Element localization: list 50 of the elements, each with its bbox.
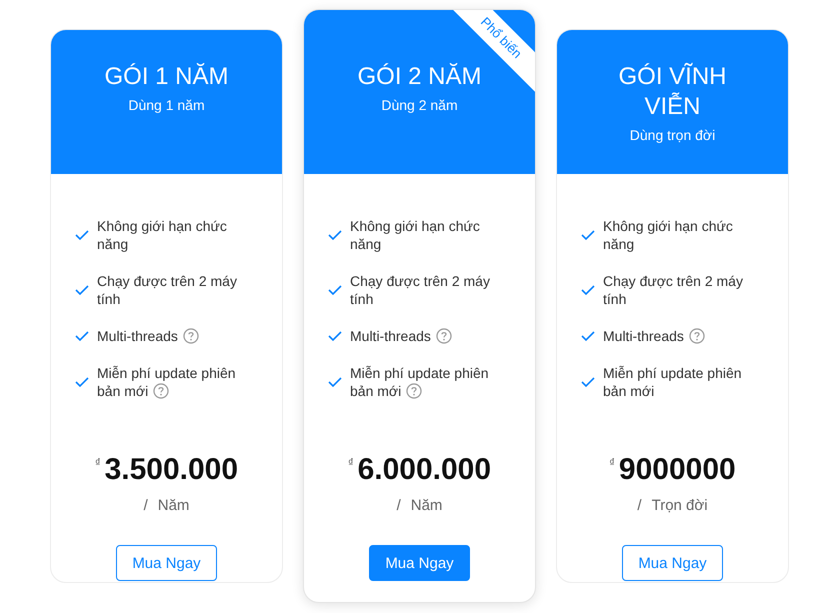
feature-text: Chạy được trên 2 máy tính (350, 272, 491, 308)
buy-now-button[interactable]: Mua Ngay (116, 545, 217, 581)
feature-text: Không giới hạn chức năng (603, 217, 734, 253)
check-icon (328, 285, 342, 295)
feature-text: Miễn phí update phiên bản mới (97, 364, 237, 400)
feature-text: Không giới hạn chức năng (350, 217, 481, 253)
help-icon[interactable] (688, 328, 705, 344)
billing-period: Năm (410, 497, 442, 514)
check-icon (328, 230, 342, 240)
period-separator: / (637, 497, 642, 514)
check-icon (328, 331, 342, 341)
currency-symbol: ₫ (609, 457, 615, 469)
feature-text: Chạy được trên 2 máy tính (603, 272, 744, 308)
currency-symbol: ₫ (94, 457, 101, 469)
price-amount: 3.500.000 (104, 453, 238, 487)
period-separator: / (144, 497, 148, 514)
feature-text: Không giới hạn chức năng (97, 217, 228, 253)
check-icon (581, 285, 595, 295)
help-icon[interactable] (182, 328, 199, 344)
plan-title: GÓI 2 NĂM (356, 62, 483, 92)
feature-text: Multi-threads (350, 327, 512, 345)
buy-now-button[interactable]: Mua Ngay (369, 545, 470, 581)
billing-period: Trọn đời (652, 497, 708, 514)
period-separator: / (396, 497, 401, 514)
feature-text: Miễn phí update phiên bản mới (603, 364, 743, 400)
feature-text: Multi-threads (603, 327, 765, 345)
price-amount: 9000000 (618, 453, 736, 487)
feature-text: Multi-threads (97, 327, 259, 345)
plan-title: GÓI VĨNH VIỄN (617, 62, 728, 122)
check-icon (581, 331, 595, 341)
buy-now-button[interactable]: Mua Ngay (622, 545, 723, 581)
check-icon (75, 377, 89, 387)
plan-title: GÓI 1 NĂM (103, 62, 230, 92)
help-icon[interactable] (406, 383, 422, 399)
check-icon (328, 377, 342, 387)
plan-subtitle: Dùng 2 năm (380, 97, 459, 113)
plan-subtitle: Dùng trọn đời (628, 127, 716, 143)
help-icon[interactable] (436, 328, 452, 344)
help-icon[interactable] (153, 383, 170, 399)
feature-text: Miễn phí update phiên bản mới (350, 364, 490, 400)
check-icon (581, 230, 595, 240)
price-amount: 6.000.000 (358, 453, 492, 487)
check-icon (75, 285, 89, 295)
plan-subtitle: Dùng 1 năm (127, 97, 206, 113)
check-icon (581, 377, 595, 387)
check-icon (75, 230, 89, 240)
check-icon (75, 331, 89, 341)
feature-text: Chạy được trên 2 máy tính (97, 272, 238, 308)
billing-period: Năm (158, 497, 190, 514)
currency-symbol: ₫ (348, 457, 354, 469)
